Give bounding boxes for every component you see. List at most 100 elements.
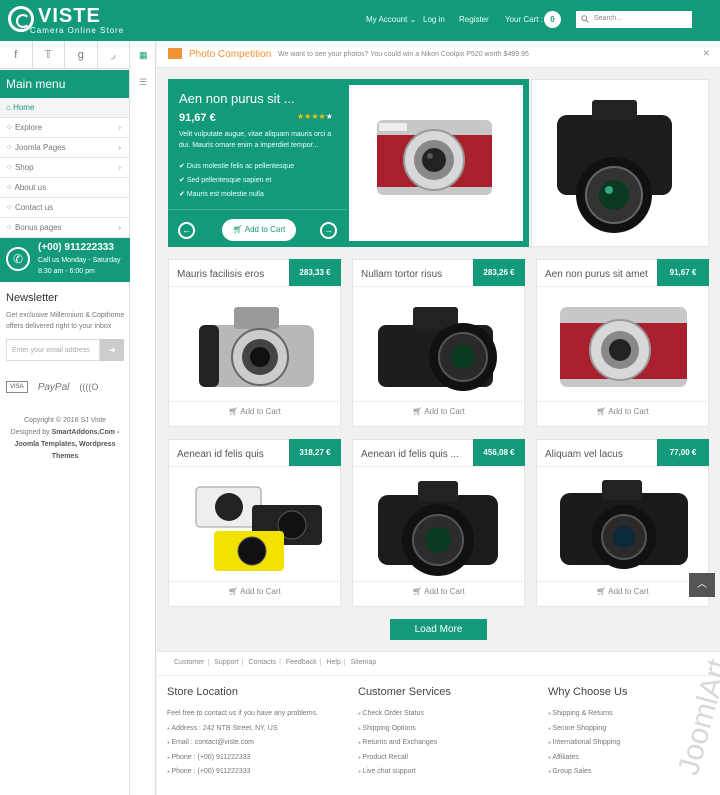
add-to-cart-button[interactable]: 🛒︎ Add to Cart [353,587,524,596]
add-to-cart-button[interactable]: 🛒︎ Add to Cart [169,587,340,596]
product-name[interactable]: Aenean id felis quis [177,449,264,460]
login-link[interactable]: Log in [423,15,445,24]
logo-text[interactable]: VISTE [38,5,101,28]
scroll-top-button[interactable]: ︿ [689,573,715,597]
footer-link[interactable]: Group Sales [548,768,627,783]
product-price: 456,08 € [473,439,525,466]
sidebar-item-shop[interactable]: ⁘ Shop › [0,158,129,178]
sidebar-item-home[interactable]: ⌂ Home [0,98,129,118]
footer-link-help[interactable]: Help [326,659,340,666]
rating-stars: ★★★★★ [297,112,333,121]
sidebar-item-explore[interactable]: ⁘ Explore › [0,118,129,138]
footer-link[interactable]: Product Recall [358,754,451,769]
product-name[interactable]: Aenean id felis quis ... [361,449,459,460]
product-name[interactable]: Nullam tortor risus [361,269,442,280]
newsletter-submit-button[interactable]: ➜ [100,339,124,361]
cart-icon: 🛒︎ [412,407,425,416]
paypal-logo: PayPal [37,381,70,393]
store-location: Store Location Feel free to contact us i… [167,686,318,783]
footer-link-customer[interactable]: Customer [174,659,204,666]
site-header: VISTE Camera Online Store My Account ⌄ L… [0,0,720,41]
footer-links: Customer | Support | Contacts | Feedback | H… [174,659,377,666]
newsletter-email-input[interactable]: Enter your email address [6,339,100,361]
product-name[interactable]: Aliquam vel lacus [545,449,623,460]
customer-services-title: Customer Services [358,686,451,698]
footer-link-support[interactable]: Support [214,659,239,666]
product-card[interactable]: Aenean id felis quis 318,27 € 🛒︎ Add to … [168,439,341,607]
designer-link[interactable]: SmartAddons.Com - [52,429,120,436]
cart-count-badge[interactable]: 0 [544,11,561,28]
product-card[interactable]: Aenean id felis quis ... 456,08 € 🛒︎ Add… [352,439,525,607]
footer-link-sitemap[interactable]: Sitemap [351,659,377,666]
google-icon[interactable]: g [65,41,98,68]
product-card[interactable]: Mauris facilisis eros 283,33 € 🛒︎ Add to… [168,259,341,427]
product-name[interactable]: Aen non purus sit amet [545,269,648,280]
featured-price: 91,67 € [179,112,216,124]
add-to-cart-button[interactable]: 🛒︎ Add to Cart [537,407,708,416]
product-price: 77,00 € [657,439,709,466]
footer-link-contacts[interactable]: Contacts [248,659,276,666]
promo-text: We want to see your photos? You could wi… [278,51,529,58]
footer-link-feedback[interactable]: Feedback [286,659,317,666]
sidebar-item-about-us[interactable]: ⁘ About us [0,178,129,198]
product-card[interactable]: Aliquam vel lacus 77,00 € 🛒︎ Add to Cart [536,439,709,607]
hotline-hours: Call us Monday - Saturday 8:30 am - 6:00 … [38,257,121,275]
load-more-button[interactable]: Load More [390,619,487,640]
prev-arrow-button[interactable]: ← [178,222,195,239]
add-to-cart-button[interactable]: 🛒︎ Add to Cart [353,407,524,416]
grid-icon: ⁘ [6,203,15,212]
why-choose-us-title: Why Choose Us [548,686,628,698]
next-arrow-button[interactable]: → [320,222,337,239]
footer-link[interactable]: Shipping & Returns [548,710,627,725]
grid-view-icon[interactable]: ▦ [139,50,148,61]
footer-link[interactable]: Affiliates [548,754,627,769]
footer-link[interactable]: International Shipping [548,739,627,754]
store-email[interactable]: Email : contact@viste.com [167,739,318,754]
rss-icon[interactable]: ◞ [98,41,130,68]
my-account-link[interactable]: My Account ⌄ [366,15,416,24]
product-image[interactable] [368,295,511,397]
store-phone: Phone : (+00) 911222333 [167,768,318,783]
product-image[interactable] [552,295,695,397]
social-links: f 𝕋 g ◞ [0,41,129,69]
sidebar-item-bonus-pages[interactable]: ⁘ Bonus pages › [0,218,129,238]
twitter-icon[interactable]: 𝕋 [33,41,65,68]
contactless-logo: ((((O [79,382,99,392]
close-icon[interactable]: ✕ [702,48,710,59]
promo-title[interactable]: Photo Competition [189,49,271,60]
search-input[interactable]: Search... [576,11,692,28]
featured-add-to-cart-button[interactable]: 🛒︎ Add to Cart [222,219,296,241]
featured-name[interactable]: Aen non purus sit ... [179,91,295,106]
footer-link[interactable]: Secure Shopping [548,725,627,740]
menu-bars-icon[interactable]: ☰ [139,77,147,88]
register-link[interactable]: Register [459,15,489,24]
featured-product-image[interactable] [349,85,523,241]
footer-link[interactable]: Shipping Options [358,725,451,740]
product-card[interactable]: Nullam tortor risus 283,26 € 🛒︎ Add to C… [352,259,525,427]
product-image[interactable] [184,475,327,577]
grid-icon: ⁘ [6,223,15,232]
featured-product: Aen non purus sit ... 91,67 € ★★★★★ Veli… [168,79,529,247]
product-name[interactable]: Mauris facilisis eros [177,269,264,280]
add-to-cart-button[interactable]: 🛒︎ Add to Cart [537,587,708,596]
product-image[interactable] [552,475,695,577]
chevron-right-icon: › [118,143,121,152]
arrow-right-icon: ➜ [108,345,116,355]
product-card[interactable]: Aen non purus sit amet 91,67 € 🛒︎ Add to… [536,259,709,427]
cart-icon: 🛒︎ [228,407,241,416]
your-cart-link[interactable]: Your Cart : [505,15,543,24]
footer-link[interactable]: Live chat support [358,768,451,783]
footer-link[interactable]: Returns and Exchanges [358,739,451,754]
why-choose-us: Why Choose Us Shipping & Returns Secure … [548,686,627,783]
product-image[interactable] [368,475,511,577]
themes-link[interactable]: Themes [52,453,78,460]
sidebar-item-joomla-pages[interactable]: ⁘ Joomla Pages › [0,138,129,158]
featured-side-image[interactable] [531,79,709,247]
footer-link[interactable]: Check Order Status [358,710,451,725]
facebook-icon[interactable]: f [0,41,33,68]
sidebar-item-contact-us[interactable]: ⁘ Contact us [0,198,129,218]
add-to-cart-button[interactable]: 🛒︎ Add to Cart [169,407,340,416]
store-address: Address : 242 NTB Street, NY, US [167,725,318,740]
joomla-templates-link[interactable]: Joomla Templates, Wordpress [15,441,116,448]
product-image[interactable] [184,295,327,397]
